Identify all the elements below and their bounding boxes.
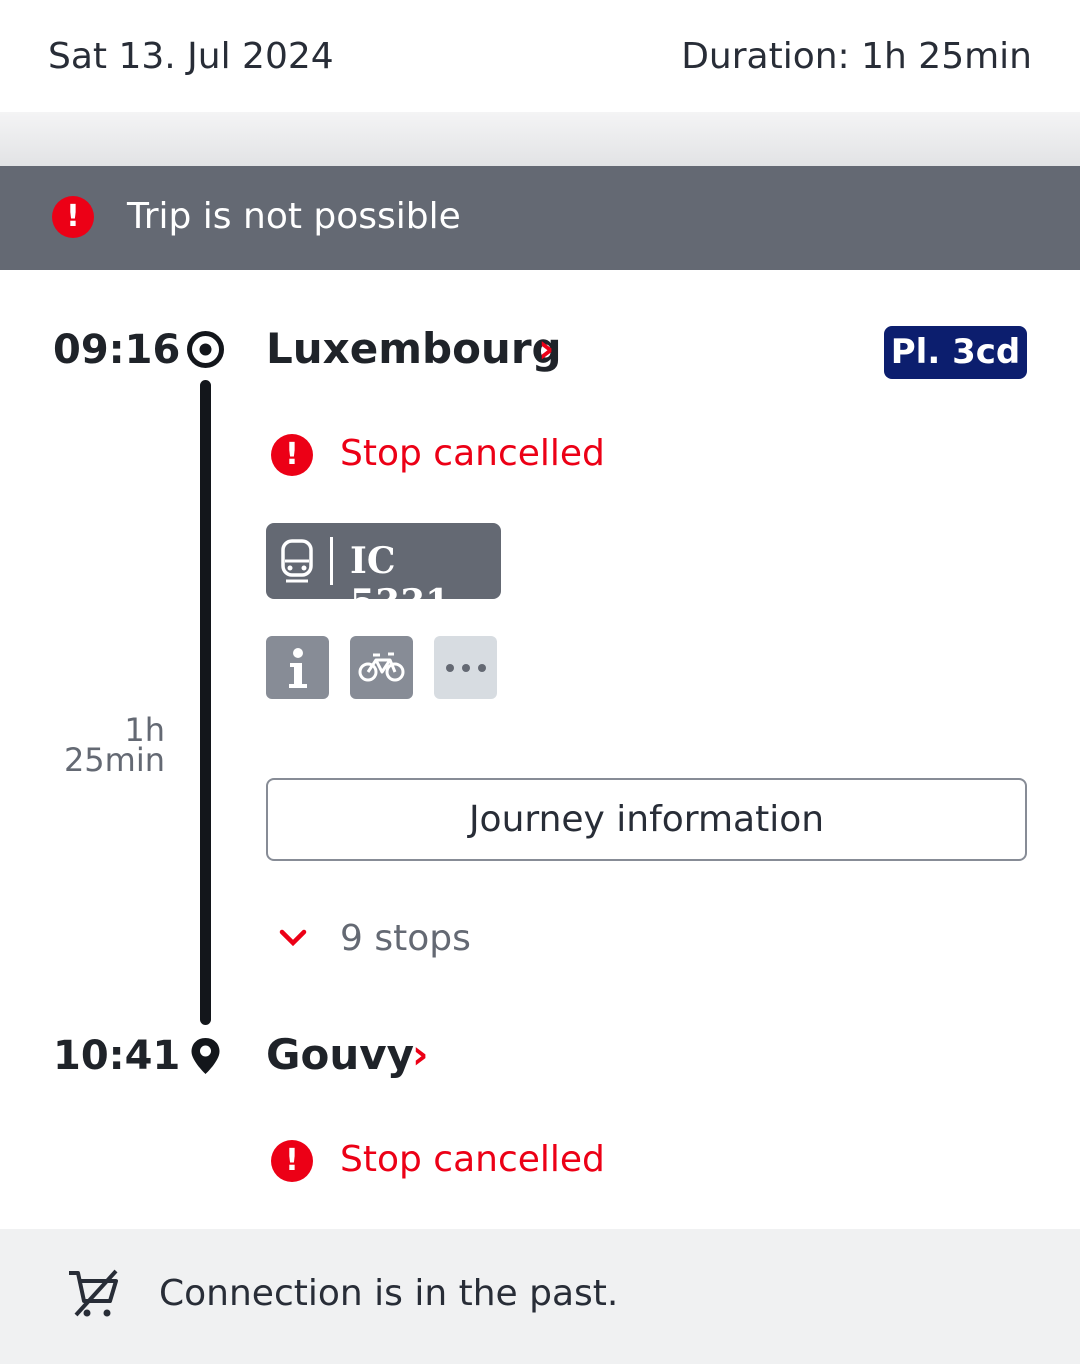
divider	[330, 537, 333, 585]
bicycle-icon	[358, 652, 405, 682]
chevron-right-icon[interactable]: ›	[412, 1032, 428, 1078]
footer-text: Connection is in the past.	[159, 1273, 619, 1314]
stops-toggle[interactable]: 9 stops	[340, 918, 471, 959]
origin-icon	[187, 331, 224, 368]
trip-warning-text: Trip is not possible	[127, 196, 461, 237]
error-icon: !	[271, 434, 313, 476]
travel-date: Sat 13. Jul 2024	[48, 36, 334, 77]
platform-badge: Pl. 3cd	[884, 326, 1027, 379]
footer-notice: Connection is in the past.	[0, 1229, 1080, 1364]
cart-disabled-icon	[69, 1269, 118, 1317]
departure-station[interactable]: Luxembourg	[266, 324, 562, 373]
departure-time: 09:16	[53, 327, 181, 373]
journey-information-button[interactable]: Journey information	[266, 778, 1027, 861]
trip-warning-banner: Trip is not possible	[0, 166, 1080, 270]
train-icon	[281, 539, 313, 583]
info-icon	[289, 648, 307, 688]
bicycle-button[interactable]	[350, 636, 413, 699]
trip-duration: Duration: 1h 25min	[681, 36, 1032, 77]
error-icon: !	[271, 1140, 313, 1182]
train-number: IC 5331	[350, 540, 451, 624]
train-badge[interactable]: IC 5331	[266, 523, 501, 624]
arrival-status: Stop cancelled	[340, 1139, 605, 1180]
travel-duration: 1h 25min	[63, 714, 165, 779]
header-shadow	[0, 112, 1080, 166]
error-icon: !	[52, 196, 94, 238]
route-line	[200, 380, 211, 1025]
more-icon	[446, 664, 486, 672]
duration-minutes: 25min	[63, 741, 165, 779]
more-button[interactable]	[434, 636, 497, 699]
chevron-down-icon[interactable]	[279, 929, 307, 947]
arrival-station[interactable]: Gouvy	[266, 1030, 414, 1079]
header-bar: Sat 13. Jul 2024 Duration: 1h 25min	[0, 0, 1080, 112]
arrival-time: 10:41	[53, 1033, 181, 1079]
destination-pin-icon	[191, 1038, 220, 1074]
departure-status: Stop cancelled	[340, 433, 605, 474]
chevron-right-icon[interactable]: ›	[538, 326, 554, 372]
info-button[interactable]	[266, 636, 329, 699]
